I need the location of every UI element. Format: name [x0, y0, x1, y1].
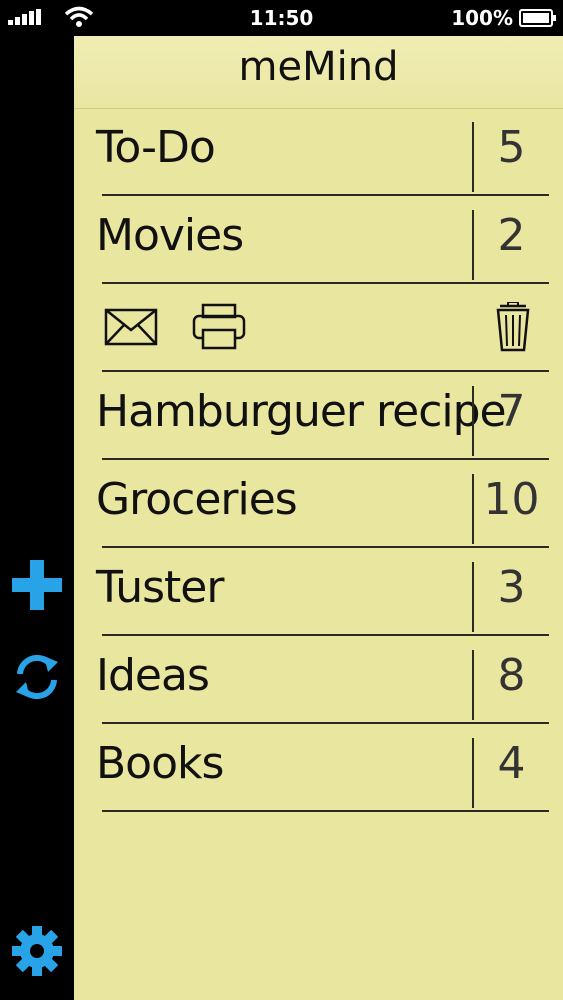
sync-button[interactable]: [10, 650, 64, 704]
list-item-label: To-Do: [96, 122, 216, 173]
mail-icon: [104, 308, 158, 346]
list-item[interactable]: Movies 2: [74, 196, 563, 284]
print-icon: [192, 303, 246, 350]
app-header: meMind: [74, 36, 563, 109]
list-item-count: 8: [497, 650, 526, 701]
gear-icon: [12, 926, 62, 976]
status-bar: 11:50 100%: [0, 0, 563, 36]
settings-button[interactable]: [10, 924, 64, 978]
list-item[interactable]: Groceries 10: [74, 460, 563, 548]
list-item-label: Books: [96, 738, 224, 789]
list-item-count: 2: [497, 210, 526, 261]
app-title: meMind: [238, 44, 399, 90]
row-actions: [74, 284, 563, 372]
list-item[interactable]: Ideas 8: [74, 636, 563, 724]
list-item-count: 5: [497, 122, 526, 173]
list-item-label: Hamburguer recipe: [96, 386, 507, 437]
list-item-count: 7: [497, 386, 526, 437]
print-list-button[interactable]: [190, 302, 248, 352]
trash-icon: [496, 302, 530, 352]
list-item-count: 10: [483, 474, 540, 525]
list-item-count: 3: [497, 562, 526, 613]
add-list-button[interactable]: [10, 558, 64, 612]
list-item-label: Groceries: [96, 474, 298, 525]
lists-container: To-Do 5 Movies 2 Hamburguer recipe 7 Gro…: [74, 108, 563, 812]
list-item[interactable]: Books 4: [74, 724, 563, 812]
email-list-button[interactable]: [102, 302, 160, 352]
plus-icon: [12, 560, 62, 610]
sync-icon: [16, 654, 58, 700]
list-item[interactable]: Hamburguer recipe 7: [74, 372, 563, 460]
list-item[interactable]: To-Do 5: [74, 108, 563, 196]
delete-list-button[interactable]: [484, 302, 542, 352]
list-item-label: Movies: [96, 210, 244, 261]
list-item-count: 4: [497, 738, 526, 789]
note-pad: meMind To-Do 5 Movies 2 Hamburguer recip…: [74, 36, 563, 1000]
side-toolbar: [0, 36, 74, 1000]
list-item-label: Tuster: [96, 562, 224, 613]
list-item-label: Ideas: [96, 650, 210, 701]
list-item[interactable]: Tuster 3: [74, 548, 563, 636]
battery-percent: 100%: [451, 6, 513, 30]
battery-icon: [519, 9, 556, 27]
